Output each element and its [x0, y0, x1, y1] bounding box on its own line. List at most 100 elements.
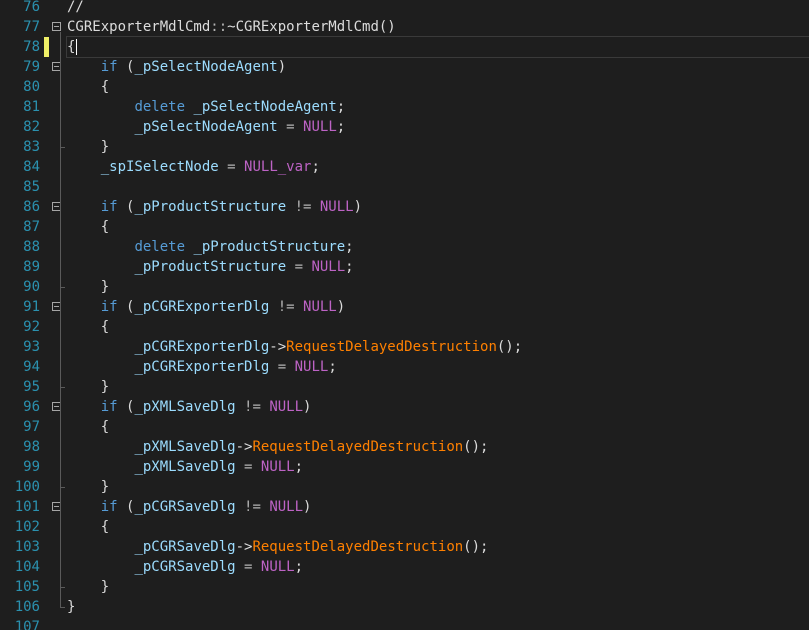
code-line[interactable]: 107: [0, 617, 809, 630]
code-line[interactable]: 104 _pCGRSaveDlg = NULL;: [0, 557, 809, 577]
code-token: ): [303, 499, 312, 515]
code-line[interactable]: 93 _pCGRExporterDlg->RequestDelayedDestr…: [0, 337, 809, 357]
code-token: NULL: [260, 559, 295, 575]
code-token: _pSelectNodeAgent: [134, 119, 278, 135]
code-text[interactable]: _pCGRSaveDlg->RequestDelayedDestruction(…: [67, 537, 809, 557]
code-text[interactable]: _pSelectNodeAgent = NULL;: [67, 117, 809, 137]
line-number: 102: [14, 519, 40, 535]
outline-guide-end: [60, 487, 65, 488]
code-token: =: [218, 159, 245, 175]
code-token: {: [67, 519, 110, 535]
code-line[interactable]: 106}: [0, 597, 809, 617]
code-token: if: [100, 59, 118, 75]
code-text[interactable]: if (_pXMLSaveDlg != NULL): [67, 397, 809, 417]
code-line[interactable]: 83 }: [0, 137, 809, 157]
code-line[interactable]: 76 //: [0, 0, 809, 17]
code-text[interactable]: }: [67, 377, 809, 397]
code-text[interactable]: {: [67, 417, 809, 437]
code-text[interactable]: {: [67, 517, 809, 537]
line-number: 89: [23, 259, 40, 275]
code-line[interactable]: 100 }: [0, 477, 809, 497]
code-line[interactable]: 102 {: [0, 517, 809, 537]
code-token: _pProductStructure: [134, 199, 287, 215]
code-token: ;: [345, 259, 354, 275]
code-text[interactable]: }: [67, 137, 809, 157]
code-line[interactable]: 81 delete _pSelectNodeAgent;: [0, 97, 809, 117]
code-text[interactable]: [67, 177, 809, 197]
outline-guide-end: [60, 147, 65, 148]
code-token: NULL: [319, 199, 354, 215]
code-line[interactable]: 94 _pCGRExporterDlg = NULL;: [0, 357, 809, 377]
code-text[interactable]: if (_pProductStructure != NULL): [67, 197, 809, 217]
code-token: _pXMLSaveDlg: [134, 439, 236, 455]
code-line[interactable]: 78 {: [0, 36, 809, 58]
code-line[interactable]: 90 }: [0, 277, 809, 297]
code-text[interactable]: }: [67, 477, 809, 497]
code-token: if: [100, 299, 118, 315]
code-token: _pXMLSaveDlg: [134, 459, 236, 475]
code-token: _pCGRSaveDlg: [134, 499, 236, 515]
code-line[interactable]: 89 _pProductStructure = NULL;: [0, 257, 809, 277]
code-text[interactable]: _pCGRSaveDlg = NULL;: [67, 557, 809, 577]
code-text[interactable]: _pProductStructure = NULL;: [67, 257, 809, 277]
line-number: 93: [23, 339, 40, 355]
code-text[interactable]: if (_pSelectNodeAgent): [67, 57, 809, 77]
code-text[interactable]: }: [67, 597, 809, 617]
code-token: }: [67, 479, 110, 495]
code-text[interactable]: {: [67, 77, 809, 97]
code-text[interactable]: }: [67, 577, 809, 597]
code-text[interactable]: //: [67, 0, 809, 17]
code-line[interactable]: 86 if (_pProductStructure != NULL): [0, 197, 809, 217]
code-text[interactable]: [67, 617, 809, 630]
code-text[interactable]: }: [67, 277, 809, 297]
code-text[interactable]: _pXMLSaveDlg->RequestDelayedDestruction(…: [67, 437, 809, 457]
code-token: if: [100, 199, 118, 215]
code-token: NULL: [311, 259, 346, 275]
code-line[interactable]: 88 delete _pProductStructure;: [0, 237, 809, 257]
code-line[interactable]: 87 {: [0, 217, 809, 237]
code-text[interactable]: _pCGRExporterDlg->RequestDelayedDestruct…: [67, 337, 809, 357]
code-line[interactable]: 79 if (_pSelectNodeAgent): [0, 57, 809, 77]
code-token: {: [67, 219, 110, 235]
code-line[interactable]: 91 if (_pCGRExporterDlg != NULL): [0, 297, 809, 317]
code-line[interactable]: 82 _pSelectNodeAgent = NULL;: [0, 117, 809, 137]
line-number: 95: [23, 379, 40, 395]
code-line[interactable]: 103 _pCGRSaveDlg->RequestDelayedDestruct…: [0, 537, 809, 557]
code-token: CGRExporterMdlCmd: [67, 19, 211, 35]
code-text[interactable]: _pXMLSaveDlg = NULL;: [67, 457, 809, 477]
code-text[interactable]: {: [67, 217, 809, 237]
code-line[interactable]: 96 if (_pXMLSaveDlg != NULL): [0, 397, 809, 417]
code-editor[interactable]: 76 //77 CGRExporterMdlCmd::~CGRExporterMdl…: [0, 0, 809, 630]
code-line[interactable]: 84 _spISelectNode = NULL_var;: [0, 157, 809, 177]
code-text[interactable]: _spISelectNode = NULL_var;: [67, 157, 809, 177]
code-text[interactable]: CGRExporterMdlCmd::~CGRExporterMdlCmd(): [67, 17, 809, 37]
outline-guide-end: [60, 387, 65, 388]
code-line[interactable]: 105 }: [0, 577, 809, 597]
code-token: }: [67, 139, 110, 155]
code-line[interactable]: 95 }: [0, 377, 809, 397]
line-number: 81: [23, 99, 40, 115]
code-text[interactable]: _pCGRExporterDlg = NULL;: [67, 357, 809, 377]
code-text[interactable]: if (_pCGRSaveDlg != NULL): [67, 497, 809, 517]
code-line[interactable]: 92 {: [0, 317, 809, 337]
code-line[interactable]: 77 CGRExporterMdlCmd::~CGRExporterMdlCmd(…: [0, 17, 809, 37]
code-line[interactable]: 101 if (_pCGRSaveDlg != NULL): [0, 497, 809, 517]
code-text[interactable]: {: [67, 317, 809, 337]
code-line[interactable]: 85: [0, 177, 809, 197]
code-text[interactable]: delete _pSelectNodeAgent;: [67, 97, 809, 117]
code-text[interactable]: {: [66, 36, 809, 58]
code-text[interactable]: delete _pProductStructure;: [67, 237, 809, 257]
code-line[interactable]: 99 _pXMLSaveDlg = NULL;: [0, 457, 809, 477]
code-text[interactable]: if (_pCGRExporterDlg != NULL): [67, 297, 809, 317]
code-token: =: [269, 359, 295, 375]
code-line[interactable]: 97 {: [0, 417, 809, 437]
code-token: _pCGRExporterDlg: [134, 299, 270, 315]
code-line[interactable]: 98 _pXMLSaveDlg->RequestDelayedDestructi…: [0, 437, 809, 457]
code-line[interactable]: 80 {: [0, 77, 809, 97]
collapse-toggle-icon[interactable]: [52, 22, 61, 31]
